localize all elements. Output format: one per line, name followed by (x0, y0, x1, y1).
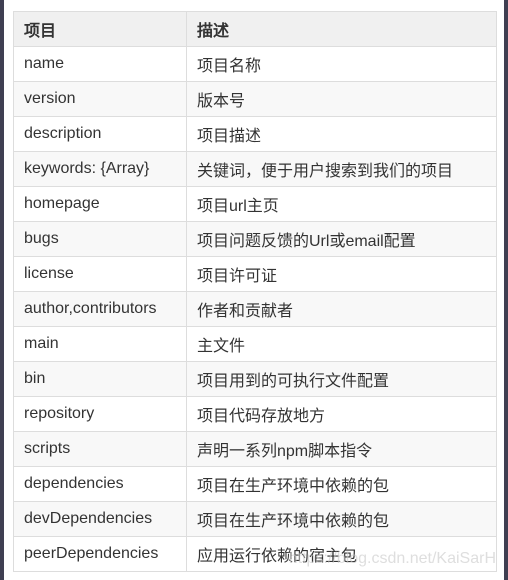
field-description-cell: 应用运行依赖的宿主包 (186, 536, 497, 572)
field-description-cell: 作者和贡献者 (186, 291, 497, 327)
field-description-cell: 项目代码存放地方 (186, 396, 497, 432)
table-row: keywords: {Array} 关键词，便于用户搜索到我们的项目 (13, 151, 497, 187)
table-row: bugs 项目问题反馈的Url或email配置 (13, 221, 497, 257)
field-name-cell: devDependencies (13, 501, 187, 537)
table-row: description 项目描述 (13, 116, 497, 152)
table-row: name 项目名称 (13, 46, 497, 82)
field-description-cell: 声明一系列npm脚本指令 (186, 431, 497, 467)
field-name-cell: version (13, 81, 187, 117)
table-row: peerDependencies 应用运行依赖的宿主包 (13, 536, 497, 572)
field-name-cell: bin (13, 361, 187, 397)
field-description-cell: 项目在生产环境中依赖的包 (186, 466, 497, 502)
field-name-cell: keywords: {Array} (13, 151, 187, 187)
table-row: repository 项目代码存放地方 (13, 396, 497, 432)
field-description-cell: 项目用到的可执行文件配置 (186, 361, 497, 397)
field-name-cell: description (13, 116, 187, 152)
field-name-cell: homepage (13, 186, 187, 222)
field-name-cell: dependencies (13, 466, 187, 502)
table-row: license 项目许可证 (13, 256, 497, 292)
table-header-row: 项目 描述 (13, 11, 497, 47)
field-description-cell: 项目问题反馈的Url或email配置 (186, 221, 497, 257)
table-row: bin 项目用到的可执行文件配置 (13, 361, 497, 397)
table-row: scripts 声明一系列npm脚本指令 (13, 431, 497, 467)
field-name-cell: peerDependencies (13, 536, 187, 572)
table-row: devDependencies 项目在生产环境中依赖的包 (13, 501, 497, 537)
field-name-cell: license (13, 256, 187, 292)
package-json-fields-table: 项目 描述 name 项目名称 version 版本号 description 项目描述 k… (13, 11, 497, 572)
field-name-cell: scripts (13, 431, 187, 467)
field-description-cell: 主文件 (186, 326, 497, 362)
table-row: main 主文件 (13, 326, 497, 362)
field-description-cell: 项目url主页 (186, 186, 497, 222)
table-body: name 项目名称 version 版本号 description 项目描述 keyword… (13, 46, 497, 572)
field-description-cell: 版本号 (186, 81, 497, 117)
field-description-cell: 项目描述 (186, 116, 497, 152)
field-name-cell: repository (13, 396, 187, 432)
field-name-cell: bugs (13, 221, 187, 257)
header-description: 描述 (186, 11, 497, 47)
header-item: 项目 (13, 11, 187, 47)
table-row: homepage 项目url主页 (13, 186, 497, 222)
table-row: dependencies 项目在生产环境中依赖的包 (13, 466, 497, 502)
frame-right-border (504, 0, 508, 580)
field-name-cell: main (13, 326, 187, 362)
field-description-cell: 项目名称 (186, 46, 497, 82)
field-name-cell: name (13, 46, 187, 82)
field-name-cell: author,contributors (13, 291, 187, 327)
field-description-cell: 关键词，便于用户搜索到我们的项目 (186, 151, 497, 187)
field-description-cell: 项目许可证 (186, 256, 497, 292)
frame-left-border (0, 0, 4, 580)
table-row: version 版本号 (13, 81, 497, 117)
table-row: author,contributors 作者和贡献者 (13, 291, 497, 327)
field-description-cell: 项目在生产环境中依赖的包 (186, 501, 497, 537)
